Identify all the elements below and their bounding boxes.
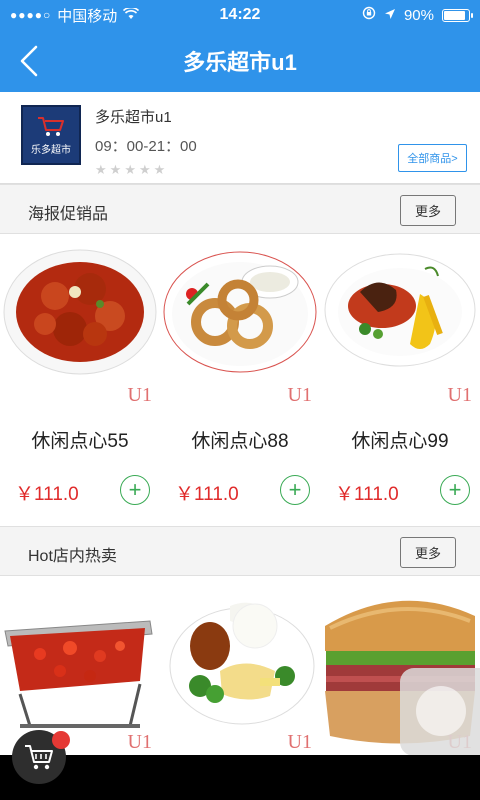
all-products-button[interactable]: 全部商品> xyxy=(398,144,467,172)
cart-badge xyxy=(52,731,70,749)
product-watermark: U1 xyxy=(287,731,312,753)
add-to-cart-button[interactable]: + xyxy=(440,475,470,505)
add-to-cart-button[interactable]: + xyxy=(280,475,310,505)
product-price: ￥111.0 xyxy=(175,484,239,505)
status-left: ●●●●○ 中国移动 xyxy=(10,5,190,26)
star-icon: ★ xyxy=(95,162,107,177)
signal-icon: ●●●●○ xyxy=(10,8,52,22)
star-icon: ★ xyxy=(138,162,151,177)
nav-bar: 多乐超市u1 xyxy=(0,30,480,92)
product-name: 休闲点心88 xyxy=(191,431,289,452)
section-header-promo: 海报促销品 更多 xyxy=(0,184,480,234)
product-watermark: U1 xyxy=(287,384,312,406)
battery-percent: 90% xyxy=(403,6,434,24)
back-button[interactable] xyxy=(16,44,44,78)
section-title: Hot店内热卖 xyxy=(28,548,117,565)
plus-icon: + xyxy=(288,477,302,502)
store-hours: 09：00-21：00 xyxy=(95,138,197,155)
product-name: 休闲点心99 xyxy=(351,431,449,452)
page-title: 多乐超市u1 xyxy=(183,50,297,75)
product-card[interactable]: U1 休闲点心88 ￥111.0 + xyxy=(160,234,320,526)
store-info: 多乐超市u1 09：00-21：00 ★ ★ ★ ★ ★ xyxy=(95,106,197,178)
add-to-cart-button[interactable]: + xyxy=(120,475,150,505)
battery-icon xyxy=(442,8,473,22)
star-icon: ★ xyxy=(109,162,122,177)
cart-logo-icon xyxy=(38,116,64,136)
store-name: 多乐超市u1 xyxy=(95,109,172,126)
rotation-lock-icon xyxy=(362,6,376,24)
status-bar: ●●●●○ 中国移动 14:22 90% xyxy=(0,0,480,30)
section-header-hot: Hot店内热卖 更多 xyxy=(0,526,480,576)
store-rating: ★ ★ ★ ★ ★ xyxy=(95,162,197,178)
product-watermark: U1 xyxy=(127,384,152,406)
product-card[interactable]: U1 休闲点心55 ￥111.0 + xyxy=(0,234,160,526)
chevron-left-icon xyxy=(20,45,38,77)
floating-assistive-button[interactable] xyxy=(400,668,480,756)
location-icon xyxy=(384,7,396,24)
plus-icon: + xyxy=(448,477,462,502)
product-card[interactable]: U1 xyxy=(160,576,320,756)
product-price: ￥111.0 xyxy=(15,484,79,505)
section-title: 海报促销品 xyxy=(28,206,109,223)
store-card: 乐多超市 多乐超市u1 09：00-21：00 ★ ★ ★ ★ ★ 全部商品> xyxy=(0,92,480,184)
product-card[interactable]: U1 休闲点心99 ￥111.0 + xyxy=(320,234,480,526)
product-card[interactable]: U1 xyxy=(0,576,160,756)
wifi-icon xyxy=(123,6,140,24)
assistive-ring-icon xyxy=(416,686,466,736)
status-right: 90% xyxy=(290,6,473,24)
star-icon: ★ xyxy=(153,162,166,177)
plus-icon: + xyxy=(128,477,142,502)
more-button[interactable]: 更多 xyxy=(400,195,456,226)
product-image xyxy=(160,576,320,756)
store-logo: 乐多超市 xyxy=(21,105,81,165)
promo-product-grid: U1 休闲点心55 ￥111.0 + U1 休闲点心88 ￥111.0 + U1… xyxy=(0,234,480,526)
product-name: 休闲点心55 xyxy=(31,431,129,452)
shopping-cart-icon xyxy=(25,745,53,770)
product-watermark: U1 xyxy=(127,731,152,753)
bottom-bar xyxy=(0,755,480,800)
status-time: 14:22 xyxy=(219,6,261,23)
star-icon: ★ xyxy=(124,162,136,177)
carrier-label: 中国移动 xyxy=(57,7,118,25)
product-watermark: U1 xyxy=(447,384,472,406)
product-image xyxy=(0,576,160,756)
product-price: ￥111.0 xyxy=(335,484,399,505)
more-button[interactable]: 更多 xyxy=(400,537,456,568)
store-logo-text: 乐多超市 xyxy=(31,144,71,156)
